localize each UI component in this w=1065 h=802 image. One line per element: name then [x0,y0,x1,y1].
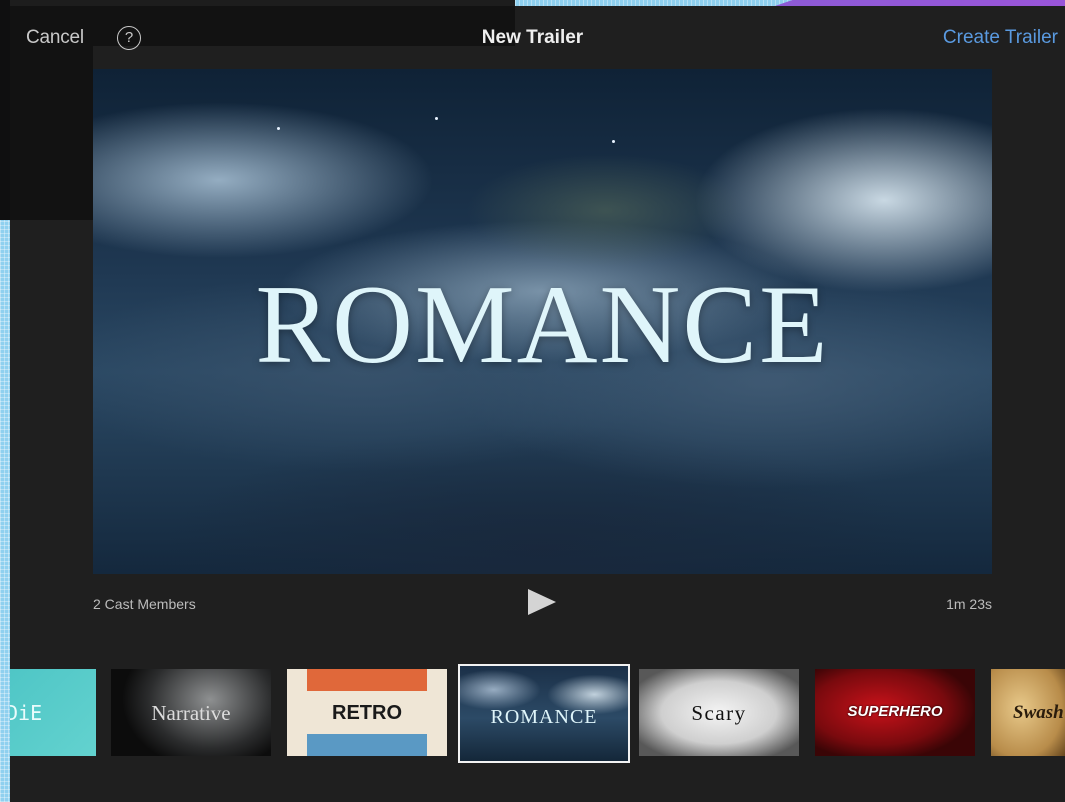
star-sparkle [277,127,280,130]
theme-thumbnail-narrative[interactable]: Narrative [111,669,271,756]
theme-label: SUPERHERO [847,703,943,720]
theme-thumbnail-scary[interactable]: Scary [639,669,799,756]
theme-thumbnail-die[interactable]: DiE [10,669,96,756]
theme-label: Scary [691,701,747,725]
theme-thumbnail-retro[interactable]: RETRO [287,669,447,756]
duration-label: 1m 23s [946,596,992,612]
theme-label: Swash [1013,702,1064,723]
play-icon[interactable] [528,589,556,615]
theme-label: ROMANCE [490,706,598,728]
theme-thumbnail-superhero[interactable]: SUPERHERO [815,669,975,756]
page-title: New Trailer [481,27,584,48]
star-sparkle [612,140,615,143]
retro-top-stripe [307,669,427,691]
theme-thumbnail-swash[interactable]: Swash [991,669,1065,756]
theme-label: RETRO [332,702,402,724]
theme-label: DiE [10,701,43,725]
theme-label: Narrative [151,701,231,725]
theme-thumbnail-romance-selected[interactable]: ROMANCE [458,664,630,763]
create-trailer-button[interactable]: Create Trailer [943,27,1058,49]
cast-members-label: 2 Cast Members [93,596,196,612]
star-sparkle [435,117,438,120]
trailer-preview[interactable]: ROMANCE [93,69,992,574]
retro-bottom-stripe [307,734,427,756]
desktop-background-left [0,0,10,802]
preview-title: ROMANCE [255,263,830,387]
